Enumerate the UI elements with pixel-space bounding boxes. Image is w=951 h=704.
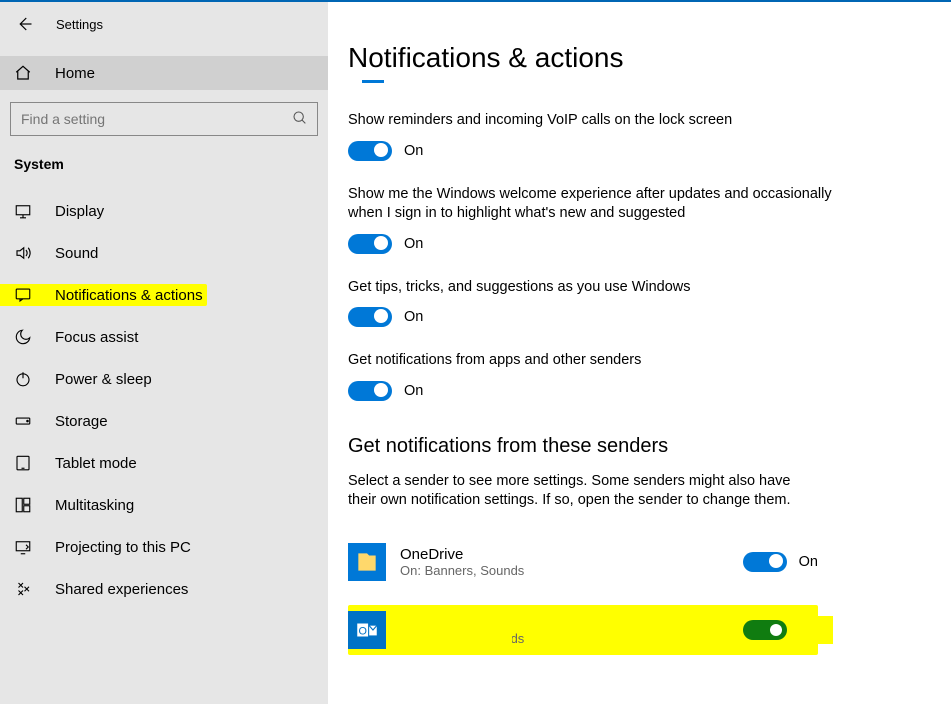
sidebar-item-label: Shared experiences	[55, 581, 188, 598]
search-container	[10, 102, 318, 136]
svg-text:O: O	[358, 625, 366, 637]
home-nav[interactable]: Home	[0, 56, 328, 90]
display-icon	[13, 202, 33, 220]
sidebar-item-label: Display	[55, 203, 104, 220]
focus-assist-icon	[13, 328, 33, 346]
home-icon	[13, 64, 33, 82]
setting-lock-screen: Show reminders and incoming VoIP calls o…	[348, 111, 868, 161]
back-button[interactable]	[12, 12, 36, 36]
sender-row-outlook[interactable]: O Outlook 2016 On: Banners, Sounds On	[348, 605, 818, 655]
sidebar-item-shared-experiences[interactable]: Shared experiences	[0, 568, 328, 610]
highlight-marker	[396, 612, 512, 648]
sound-icon	[13, 244, 33, 262]
notifications-icon	[13, 286, 33, 304]
toggle-state-label: On	[404, 236, 423, 252]
back-arrow-icon	[15, 15, 33, 33]
sidebar-item-label: Sound	[55, 245, 98, 262]
sidebar-item-multitasking[interactable]: Multitasking	[0, 484, 328, 526]
toggle-lock-screen[interactable]	[348, 141, 392, 161]
projecting-icon	[13, 538, 33, 556]
main-content: Notifications & actions Show reminders a…	[328, 2, 951, 704]
sidebar-item-label: Tablet mode	[55, 455, 137, 472]
search-input[interactable]	[10, 102, 318, 136]
senders-heading: Get notifications from these senders	[348, 435, 951, 458]
sidebar-item-notifications[interactable]: Notifications & actions	[0, 274, 328, 316]
outlook-icon: O	[348, 611, 386, 649]
toggle-tips[interactable]	[348, 307, 392, 327]
toggle-sender-onedrive[interactable]	[743, 552, 787, 572]
toggle-state-label: On	[799, 554, 818, 570]
toggle-sender-outlook[interactable]	[743, 620, 787, 640]
setting-text: Get tips, tricks, and suggestions as you…	[348, 278, 868, 298]
toggle-knob	[374, 143, 388, 157]
toggle-knob	[769, 554, 783, 568]
toggle-state-label: On	[404, 383, 423, 399]
multitasking-icon	[13, 496, 33, 514]
sidebar-item-label: Projecting to this PC	[55, 539, 191, 556]
setting-app-notifications: Get notifications from apps and other se…	[348, 351, 868, 401]
toggle-state-label: On	[404, 309, 423, 325]
sidebar-item-display[interactable]: Display	[0, 190, 328, 232]
onedrive-icon	[348, 543, 386, 581]
setting-welcome-experience: Show me the Windows welcome experience a…	[348, 185, 868, 254]
sidebar-item-label: Storage	[55, 413, 108, 430]
power-icon	[13, 370, 33, 388]
setting-text: Show reminders and incoming VoIP calls o…	[348, 111, 868, 131]
toggle-knob	[374, 309, 388, 323]
senders-description: Select a sender to see more settings. So…	[348, 472, 808, 511]
tablet-icon	[13, 454, 33, 472]
sender-row-onedrive[interactable]: OneDrive On: Banners, Sounds On	[348, 537, 818, 587]
toggle-welcome-experience[interactable]	[348, 234, 392, 254]
setting-text: Get notifications from apps and other se…	[348, 351, 868, 371]
sender-sub: On: Banners, Sounds	[400, 563, 743, 578]
setting-text: Show me the Windows welcome experience a…	[348, 185, 868, 224]
shared-icon	[13, 580, 33, 598]
sender-name: OneDrive	[400, 546, 743, 563]
toggle-state-label: On	[404, 143, 423, 159]
sidebar-item-storage[interactable]: Storage	[0, 400, 328, 442]
storage-icon	[13, 412, 33, 430]
toggle-knob	[374, 236, 388, 250]
page-title: Notifications & actions	[348, 42, 951, 74]
titlebar: Settings	[0, 2, 328, 56]
home-label: Home	[55, 65, 95, 82]
sidebar-item-label: Multitasking	[55, 497, 134, 514]
sidebar-item-tablet-mode[interactable]: Tablet mode	[0, 442, 328, 484]
sidebar: Settings Home System Display Sound	[0, 2, 328, 704]
sidebar-item-label: Focus assist	[55, 329, 138, 346]
sidebar-item-projecting[interactable]: Projecting to this PC	[0, 526, 328, 568]
sidebar-item-label: Notifications & actions	[55, 287, 203, 304]
sidebar-item-power-sleep[interactable]: Power & sleep	[0, 358, 328, 400]
sidebar-item-label: Power & sleep	[55, 371, 152, 388]
toggle-knob	[770, 624, 782, 636]
toggle-knob	[374, 383, 388, 397]
toggle-app-notifications[interactable]	[348, 381, 392, 401]
sidebar-nav: Display Sound Notifications & actions Fo…	[0, 186, 328, 610]
accent-bar	[362, 80, 384, 83]
setting-tips: Get tips, tricks, and suggestions as you…	[348, 278, 868, 328]
section-label: System	[0, 150, 328, 186]
sidebar-item-sound[interactable]: Sound	[0, 232, 328, 274]
window-title: Settings	[56, 17, 103, 32]
sidebar-item-focus-assist[interactable]: Focus assist	[0, 316, 328, 358]
